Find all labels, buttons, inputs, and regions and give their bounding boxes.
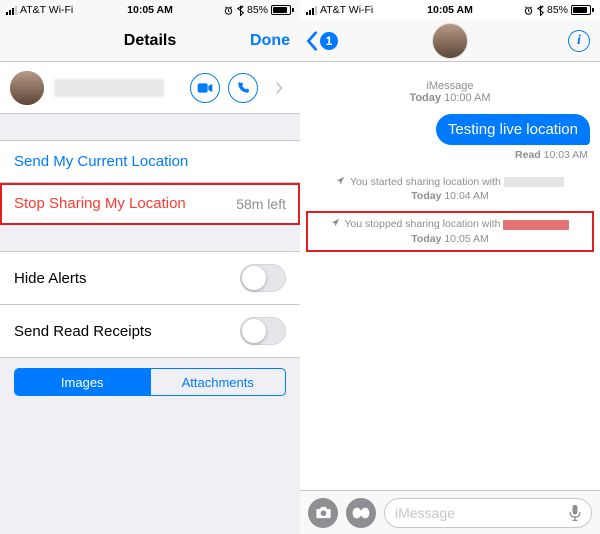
stop-sharing-label: Stop Sharing My Location [14, 195, 186, 212]
contact-name-redacted [54, 79, 164, 97]
back-button[interactable]: 1 [306, 31, 338, 51]
info-button[interactable]: i [568, 30, 590, 52]
send-location-label: Send My Current Location [14, 153, 188, 170]
battery-pct: 85% [247, 4, 268, 16]
carrier-label: AT&T Wi-Fi [20, 4, 73, 16]
battery-pct: 85% [547, 4, 568, 16]
nav-title: Details [124, 32, 176, 50]
hide-alerts-row: Hide Alerts [0, 251, 300, 305]
done-button[interactable]: Done [250, 32, 290, 50]
details-screen: AT&T Wi-Fi 10:05 AM 85% Details Done [0, 0, 300, 534]
stopped-time: 10:05 AM [444, 233, 488, 245]
hide-alerts-toggle[interactable] [240, 264, 286, 292]
segmented-row: Images Attachments [0, 358, 300, 406]
location-arrow-icon [331, 218, 340, 227]
redacted-name [504, 177, 564, 187]
carrier-label: AT&T Wi-Fi [320, 4, 373, 16]
signal-icon [306, 6, 317, 15]
signal-icon [6, 6, 17, 15]
battery-icon [571, 5, 594, 15]
statusbar-time: 10:05 AM [127, 4, 173, 16]
apps-button[interactable] [346, 498, 376, 528]
conversation-nav-bar: 1 i [300, 20, 600, 62]
alarm-icon [523, 5, 534, 16]
call-button[interactable] [228, 73, 258, 103]
header-time: 10:00 AM [444, 92, 490, 104]
conversation-screen: AT&T Wi-Fi 10:05 AM 85% 1 i iMessage Tod… [300, 0, 600, 534]
statusbar-time: 10:05 AM [427, 4, 473, 16]
started-time: 10:04 AM [444, 190, 488, 202]
stopped-day: Today [411, 233, 441, 245]
started-sharing-system-message: You started sharing location with Today … [300, 169, 600, 209]
stop-sharing-time-left: 58m left [236, 196, 286, 212]
message-placeholder: iMessage [395, 505, 455, 521]
battery-icon [271, 5, 294, 15]
tab-attachments[interactable]: Attachments [150, 369, 286, 395]
started-day: Today [411, 190, 441, 202]
nav-bar: Details Done [0, 20, 300, 62]
send-current-location-button[interactable]: Send My Current Location [0, 140, 300, 183]
read-time: 10:03 AM [544, 149, 588, 161]
avatar [10, 71, 44, 105]
tab-images[interactable]: Images [15, 369, 150, 395]
outgoing-message-row: Testing live location [300, 112, 600, 147]
read-label: Read [515, 149, 541, 161]
bluetooth-icon [237, 5, 244, 16]
read-receipt: Read 10:03 AM [300, 147, 600, 169]
header-day: Today [409, 92, 441, 104]
chevron-right-icon [268, 81, 290, 95]
started-text: You started sharing location with [350, 176, 501, 188]
message-bubble[interactable]: Testing live location [436, 114, 590, 145]
message-input[interactable]: iMessage [384, 498, 592, 528]
status-bar: AT&T Wi-Fi 10:05 AM 85% [0, 0, 300, 20]
stopped-sharing-system-message: You stopped sharing location with Today … [306, 211, 594, 251]
read-receipts-toggle[interactable] [240, 317, 286, 345]
facetime-button[interactable] [190, 73, 220, 103]
contact-row[interactable] [0, 62, 300, 114]
service-label: iMessage [300, 80, 600, 92]
stop-sharing-location-button[interactable]: Stop Sharing My Location 58m left [0, 183, 300, 225]
redacted-name [503, 220, 569, 230]
camera-button[interactable] [308, 498, 338, 528]
thread-header: iMessage Today 10:00 AM [300, 62, 600, 112]
hide-alerts-label: Hide Alerts [14, 270, 87, 287]
read-receipts-label: Send Read Receipts [14, 323, 152, 340]
message-input-bar: iMessage [300, 490, 600, 534]
alarm-icon [223, 5, 234, 16]
bluetooth-icon [537, 5, 544, 16]
unread-badge: 1 [320, 32, 338, 50]
dictation-button[interactable] [569, 504, 581, 522]
send-read-receipts-row: Send Read Receipts [0, 305, 300, 358]
stopped-text: You stopped sharing location with [344, 218, 500, 230]
segmented-control[interactable]: Images Attachments [14, 368, 286, 396]
contact-avatar[interactable] [432, 23, 468, 59]
location-arrow-icon [336, 176, 345, 185]
status-bar: AT&T Wi-Fi 10:05 AM 85% [300, 0, 600, 20]
